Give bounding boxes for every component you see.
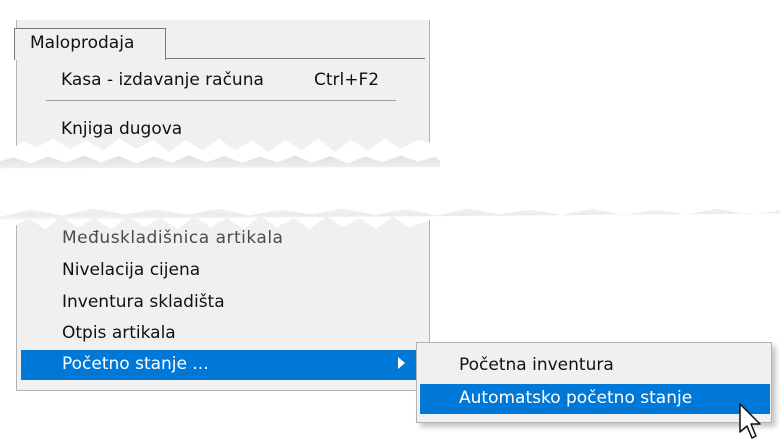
menu-item-kasa-shortcut: Ctrl+F2 (314, 70, 380, 90)
menu-item-pocetno-stanje-label: Početno stanje ... (62, 354, 209, 374)
submenu-item-pocetna-inventura[interactable]: Početna inventura (459, 355, 614, 375)
menu-item-nivelacija[interactable]: Nivelacija cijena (62, 260, 200, 280)
menu-item-inventura-skladista[interactable]: Inventura skladišta (62, 292, 225, 312)
menu-item-kasa[interactable]: Kasa - izdavanje računa (61, 70, 264, 90)
menu-frame-line (166, 58, 425, 59)
submenu-item-automatsko-label: Automatsko početno stanje (459, 388, 693, 408)
menu-item-kasa-label: Kasa - izdavanje računa (61, 70, 264, 90)
menu-item-knjiga-dugova[interactable]: Knjiga dugova (61, 119, 182, 139)
torn-edge-shadow (0, 155, 440, 169)
submenu-arrow-icon (398, 357, 405, 369)
menu-item-meduskladisnica[interactable]: Međuskladišnica artikala (62, 228, 283, 248)
menu-header-label: Maloprodaja (30, 33, 135, 53)
menu-separator (46, 100, 396, 101)
mouse-pointer-icon (739, 403, 761, 439)
menu-item-otpis[interactable]: Otpis artikala (62, 323, 176, 343)
